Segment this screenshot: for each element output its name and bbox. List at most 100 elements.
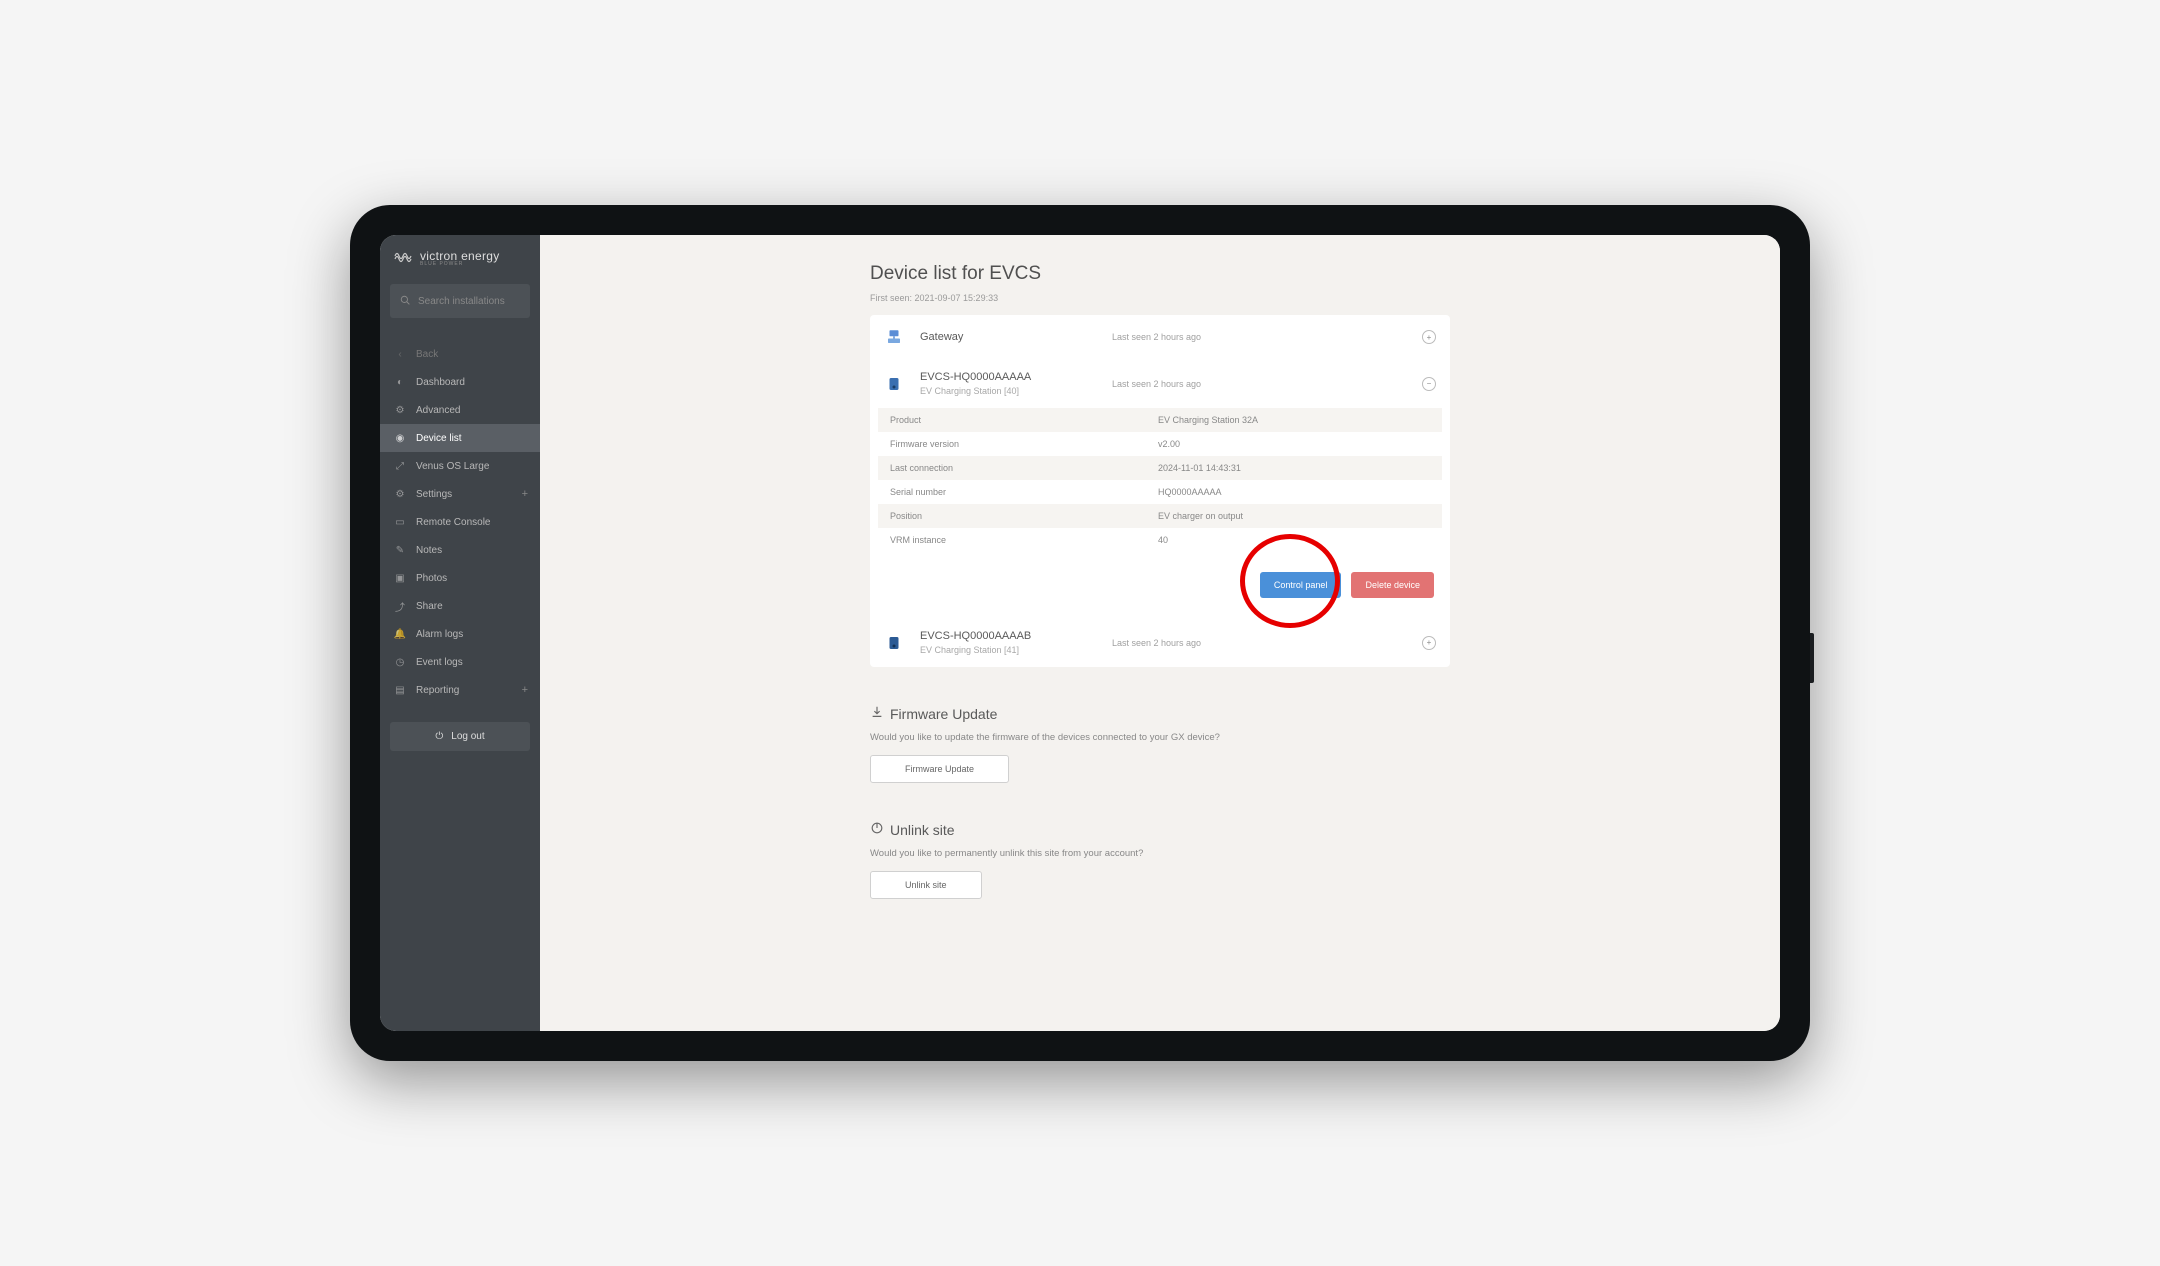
nav-dashboard[interactable]: ◐ Dashboard — [380, 368, 540, 396]
plus-icon: + — [522, 684, 528, 696]
nav-label: Device list — [416, 433, 462, 444]
search-box[interactable] — [390, 284, 530, 318]
firmware-update-button[interactable]: Firmware Update — [870, 755, 1009, 783]
device-details: Product EV Charging Station 32A Firmware… — [870, 408, 1450, 618]
nav-photos[interactable]: ▣ Photos — [380, 564, 540, 592]
nav-back[interactable]: ‹ Back — [380, 340, 540, 368]
nav-label: Settings — [416, 489, 452, 500]
sliders-icon: ⚙ — [394, 404, 406, 416]
report-icon: ▤ — [394, 684, 406, 696]
control-panel-button[interactable]: Control panel — [1260, 572, 1342, 598]
device-sub: EV Charging Station [40] — [920, 386, 1096, 396]
collapse-toggle[interactable]: − — [1422, 377, 1436, 391]
nav-event-logs[interactable]: ◷ Event logs — [380, 648, 540, 676]
nav-remote-console[interactable]: ▭ Remote Console — [380, 508, 540, 536]
nav-label: Notes — [416, 545, 442, 556]
nav-label: Remote Console — [416, 517, 490, 528]
detail-row: VRM instance 40 — [878, 528, 1442, 552]
nav-reporting[interactable]: ▤ Reporting + — [380, 676, 540, 704]
gauge-icon: ◐ — [394, 376, 406, 388]
device-card: Gateway Last seen 2 hours ago + EVCS-HQ0… — [870, 315, 1450, 667]
detail-row: Product EV Charging Station 32A — [878, 408, 1442, 432]
detail-value: EV charger on output — [1158, 511, 1430, 521]
nav-label: Photos — [416, 573, 447, 584]
page-title: Device list for EVCS — [870, 263, 1450, 285]
unlink-section: Unlink site Would you like to permanentl… — [870, 821, 1450, 899]
nav-device-list[interactable]: ◉ Device list — [380, 424, 540, 452]
nav-alarm-logs[interactable]: 🔔 Alarm logs — [380, 620, 540, 648]
nav-label: Event logs — [416, 657, 463, 668]
nav-section: ‹ Back ◐ Dashboard ⚙ Advanced ◉ Device l… — [380, 340, 540, 704]
nav-venus[interactable]: ⤢ Venus OS Large — [380, 452, 540, 480]
expand-toggle[interactable]: + — [1422, 636, 1436, 650]
device-seen-text: Last seen 2 hours ago — [1112, 379, 1406, 389]
power-icon — [870, 821, 884, 838]
detail-label: Firmware version — [890, 439, 1158, 449]
detail-value: 2024-11-01 14:43:31 — [1158, 463, 1430, 473]
clock-icon: ◷ — [394, 656, 406, 668]
device-name: Gateway — [920, 331, 1096, 343]
device-row-evcs-1[interactable]: EVCS-HQ0000AAAAA EV Charging Station [40… — [870, 359, 1450, 408]
detail-value: HQ0000AAAAA — [1158, 487, 1430, 497]
first-seen-text: First seen: 2021-09-07 15:29:33 — [870, 293, 1450, 303]
nav-label: Share — [416, 601, 443, 612]
device-name: EVCS-HQ0000AAAAA — [920, 371, 1096, 383]
device-row-evcs-2[interactable]: EVCS-HQ0000AAAAB EV Charging Station [41… — [870, 618, 1450, 667]
nav-share[interactable]: ⤴ Share — [380, 592, 540, 620]
pin-icon: ◉ — [394, 432, 406, 444]
gear-icon: ⚙ — [394, 488, 406, 500]
nav-label: Dashboard — [416, 377, 465, 388]
detail-label: Last connection — [890, 463, 1158, 473]
brand-icon — [394, 247, 414, 268]
nav-settings[interactable]: ⚙ Settings + — [380, 480, 540, 508]
expand-icon: ⤢ — [394, 460, 406, 472]
search-input[interactable] — [418, 296, 520, 307]
unlink-desc: Would you like to permanently unlink thi… — [870, 848, 1450, 859]
sidebar: victron energy BLUE POWER ‹ Back ◐ Dashb… — [380, 235, 540, 1031]
gateway-icon — [884, 327, 904, 347]
nav-label: Venus OS Large — [416, 461, 489, 472]
detail-value: 40 — [1158, 535, 1430, 545]
detail-row: Last connection 2024-11-01 14:43:31 — [878, 456, 1442, 480]
nav-advanced[interactable]: ⚙ Advanced — [380, 396, 540, 424]
nav-notes[interactable]: ✎ Notes — [380, 536, 540, 564]
unlink-title: Unlink site — [870, 821, 1450, 838]
plus-icon: + — [522, 488, 528, 500]
section-title-text: Unlink site — [890, 822, 955, 838]
detail-label: VRM instance — [890, 535, 1158, 545]
device-row-gateway[interactable]: Gateway Last seen 2 hours ago + — [870, 315, 1450, 359]
logo: victron energy BLUE POWER — [380, 235, 540, 278]
tablet-screen: victron energy BLUE POWER ‹ Back ◐ Dashb… — [380, 235, 1780, 1031]
device-actions: Control panel Delete device — [878, 552, 1442, 606]
device-sub: EV Charging Station [41] — [920, 645, 1096, 655]
firmware-section: Firmware Update Would you like to update… — [870, 705, 1450, 783]
detail-label: Product — [890, 415, 1158, 425]
delete-device-button[interactable]: Delete device — [1351, 572, 1434, 598]
expand-toggle[interactable]: + — [1422, 330, 1436, 344]
download-icon — [870, 705, 884, 722]
detail-row: Serial number HQ0000AAAAA — [878, 480, 1442, 504]
logout-label: Log out — [451, 731, 484, 742]
bell-icon: 🔔 — [394, 628, 406, 640]
tablet-frame: victron energy BLUE POWER ‹ Back ◐ Dashb… — [350, 205, 1810, 1061]
unlink-site-button[interactable]: Unlink site — [870, 871, 982, 899]
evcs-icon — [884, 374, 904, 394]
device-seen-text: Last seen 2 hours ago — [1112, 638, 1406, 648]
nav-label: Reporting — [416, 685, 459, 696]
monitor-icon: ▭ — [394, 516, 406, 528]
detail-row: Firmware version v2.00 — [878, 432, 1442, 456]
logout-button[interactable]: ⏻ Log out — [390, 722, 530, 751]
device-seen-text: Last seen 2 hours ago — [1112, 332, 1406, 342]
section-title-text: Firmware Update — [890, 706, 997, 722]
evcs-icon — [884, 633, 904, 653]
detail-label: Position — [890, 511, 1158, 521]
detail-label: Serial number — [890, 487, 1158, 497]
nav-label-back: Back — [416, 349, 438, 360]
firmware-desc: Would you like to update the firmware of… — [870, 732, 1450, 743]
power-icon: ⏻ — [435, 731, 443, 742]
share-icon: ⤴ — [394, 600, 406, 612]
chevron-left-icon: ‹ — [394, 348, 406, 360]
nav-label: Alarm logs — [416, 629, 463, 640]
device-name: EVCS-HQ0000AAAAB — [920, 630, 1096, 642]
detail-row: Position EV charger on output — [878, 504, 1442, 528]
